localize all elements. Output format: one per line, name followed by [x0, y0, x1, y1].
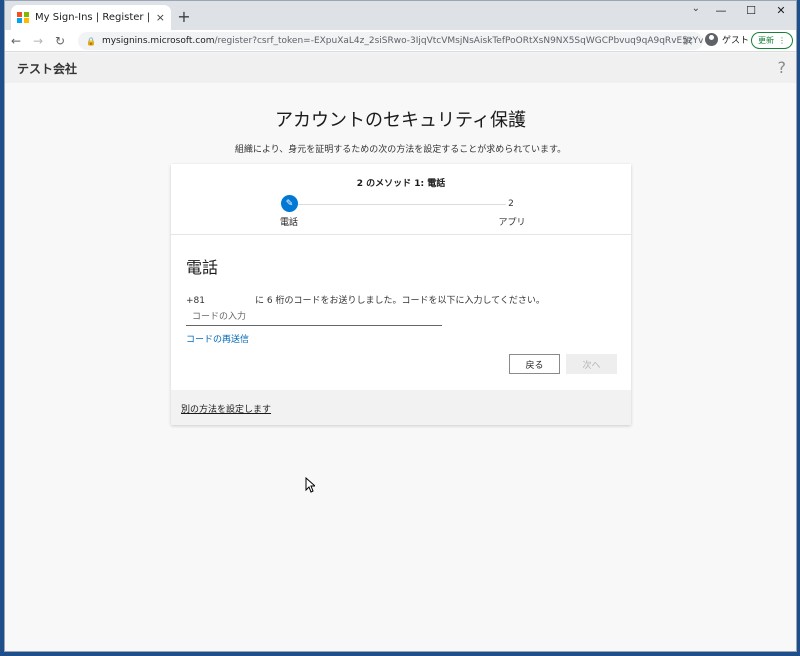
translate-icon[interactable]: 訳	[683, 34, 692, 47]
more-menu-icon: ⋮	[778, 36, 786, 45]
close-window-button[interactable]: ✕	[766, 1, 796, 23]
step-2-label: アプリ	[498, 218, 526, 228]
step-1-label: 電話	[279, 218, 298, 228]
help-icon[interactable]: ?	[778, 58, 787, 77]
sent-message-text: に 6 桁のコードをお送りしました。コードを以下に入力してください。	[255, 296, 545, 306]
tab-title: My Sign-Ins | Register | Microsoft	[35, 12, 152, 23]
back-arrow-icon[interactable]: ←	[5, 34, 27, 48]
update-label: 更新	[758, 36, 774, 45]
organization-name: テスト会社	[17, 61, 78, 76]
card-divider	[171, 234, 631, 235]
url-path: /register?csrf_token=-EXpuXaL4z_2siSRwo-…	[214, 36, 703, 46]
update-button[interactable]: 更新 ⋮	[751, 32, 793, 49]
setup-other-method-link[interactable]: 別の方法を設定します	[181, 402, 271, 415]
pencil-icon: ✎	[281, 195, 298, 212]
step-title: 2 のメソッド 1: 電話	[356, 179, 446, 189]
security-setup-card: 2 のメソッド 1: 電話 ✎ 電話 2 アプリ 電話 +81 に 6 桁のコード…	[171, 164, 631, 425]
page-content: テスト会社 ? アカウントのセキュリティ保護 組織により、身元を証明するための次…	[5, 53, 796, 651]
tab-close-icon[interactable]: ×	[156, 11, 165, 24]
tab-my-sign-ins[interactable]: My Sign-Ins | Register | Microsoft ×	[11, 5, 171, 30]
code-sent-message: +81 に 6 桁のコードをお送りしました。コードを以下に入力してください。	[186, 293, 545, 306]
page-subtitle: 組織により、身元を証明するための次の方法を設定することが求められています。	[234, 145, 567, 155]
method-title: 電話	[186, 258, 219, 277]
microsoft-logo-icon	[17, 11, 29, 24]
profile-button[interactable]: ゲスト	[705, 33, 749, 46]
tab-strip: My Sign-Ins | Register | Microsoft × + ⌄…	[5, 1, 796, 30]
address-bar[interactable]: 🔒 mysignins.microsoft.com/register?csrf_…	[78, 32, 703, 50]
avatar-icon	[705, 33, 718, 46]
country-code: +81	[186, 296, 205, 306]
back-button[interactable]: 戻る	[509, 354, 560, 374]
forward-arrow-icon[interactable]: →	[27, 34, 49, 48]
new-tab-button[interactable]: +	[175, 7, 193, 26]
maximize-button[interactable]: ☐	[736, 1, 766, 23]
step-2-number: 2	[508, 199, 514, 209]
lock-icon[interactable]: 🔒	[86, 37, 96, 46]
tab-search-chevron-icon[interactable]: ⌄	[692, 3, 700, 14]
profile-label: ゲスト	[722, 36, 750, 46]
minimize-button[interactable]: —	[706, 1, 736, 23]
browser-window: My Sign-Ins | Register | Microsoft × + ⌄…	[4, 0, 797, 652]
reload-icon[interactable]: ↻	[49, 34, 71, 48]
code-input[interactable]	[186, 308, 442, 326]
page-title: アカウントのセキュリティ保護	[275, 110, 526, 131]
browser-toolbar: ← → ↻ 🔒 mysignins.microsoft.com/register…	[5, 30, 796, 52]
resend-code-link[interactable]: コードの再送信	[186, 332, 249, 345]
url-host: mysignins.microsoft.com	[101, 36, 215, 46]
card-footer: 別の方法を設定します	[171, 390, 631, 425]
next-button[interactable]: 次へ	[566, 354, 617, 374]
window-controls: — ☐ ✕	[706, 1, 796, 23]
page-header: テスト会社 ?	[5, 53, 796, 83]
mouse-cursor-icon	[305, 477, 315, 493]
step-progress-line	[294, 204, 506, 205]
